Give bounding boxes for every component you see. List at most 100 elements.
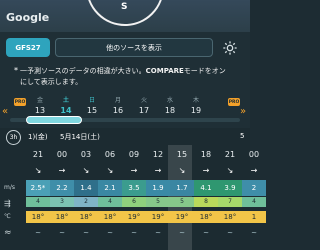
day-selector[interactable]: PRO « PRO » 金 13 土 14 日 15 月 16 火 17 水 1…: [0, 96, 250, 126]
day-item[interactable]: 水 18: [158, 96, 182, 116]
wave-row-cell: ~: [155, 229, 161, 237]
date-label-prev: 1)(金): [28, 133, 48, 141]
forecast-time: 09: [128, 150, 140, 159]
arrow-left-icon[interactable]: «: [2, 106, 8, 117]
day-weekday: 日: [88, 97, 95, 104]
wind-speed-cell: 2: [242, 180, 266, 196]
wave-row-cell: ~: [59, 229, 65, 237]
wind-gust-cell: 2: [74, 197, 98, 207]
wind-gust-cell: 7: [218, 197, 242, 207]
pro-badge-right[interactable]: PRO: [228, 98, 240, 106]
wind-speed-cell: 4.1: [194, 180, 218, 196]
temp-unit: ℃: [4, 213, 11, 220]
wind-direction-icon: →: [154, 166, 162, 175]
wave-row-cell: ~: [203, 229, 209, 237]
temperature-cell: 19°: [170, 211, 194, 223]
wind-direction-icon: →: [58, 166, 66, 175]
day-item[interactable]: 木 19: [184, 96, 208, 116]
temperature-cell: 18°: [74, 211, 98, 223]
gust-icon: ⇶: [4, 199, 11, 208]
day-number: 13: [34, 106, 46, 115]
timeline-thumb[interactable]: [26, 116, 82, 124]
speed-unit: m/s: [4, 184, 15, 191]
forecast-time: 18: [200, 150, 212, 159]
wind-speed-cell: 1.9: [146, 180, 170, 196]
compass-south-label: S: [121, 2, 128, 12]
forecast-header: 3h 1)(金) 5月14日(土) 5: [0, 128, 250, 146]
forecast-time: 03: [80, 150, 92, 159]
forecast-time: 15: [176, 150, 188, 159]
temperature-cell: 18°: [50, 211, 74, 223]
wave-row-cell: ~: [107, 229, 113, 237]
temperature-cell: 18°: [26, 211, 50, 223]
day-item-selected[interactable]: 土 14: [54, 96, 78, 116]
day-item[interactable]: 火 17: [132, 96, 156, 116]
wind-speed-cell: 3.9: [218, 180, 242, 196]
model-gfs27-button[interactable]: GFS27: [6, 38, 50, 57]
temperature-cell: 18°: [98, 211, 122, 223]
wind-speed-cell: 2.1: [98, 180, 122, 196]
wave-row-cell: ~: [35, 229, 41, 237]
wave-row-cell: ~: [131, 229, 137, 237]
wind-gust-cell: 8: [194, 197, 218, 207]
wave-row-cell: ~: [83, 229, 89, 237]
temperature-cell: 19°: [146, 211, 170, 223]
forecast-time: 21: [224, 150, 236, 159]
wind-direction-icon: →: [202, 166, 210, 175]
day-number: 17: [138, 106, 150, 115]
day-item[interactable]: 月 16: [106, 96, 130, 116]
map-view[interactable]: Google S: [0, 0, 250, 32]
date-label-current: 5月14日(土): [60, 133, 100, 141]
notice-text-part: 一予測ソースのデータの相違が大きい。: [20, 67, 146, 75]
day-number: 19: [190, 106, 202, 115]
temperature-cell: 19°: [122, 211, 146, 223]
day-weekday: 水: [166, 97, 173, 104]
wind-direction-icon: ↘: [106, 166, 114, 175]
map-logo: Google: [6, 11, 50, 24]
wind-speed-cell: 2.2: [50, 180, 74, 196]
forecast-time: 00: [56, 150, 68, 159]
temperature-cell: 18°: [218, 211, 242, 223]
notice-star: *: [14, 66, 18, 75]
wind-gust-cell: 4: [242, 197, 266, 207]
day-weekday: 金: [36, 97, 43, 104]
wind-gust-cell: 3: [50, 197, 74, 207]
wave-row-cell: ~: [251, 229, 257, 237]
wind-speed-cell: 1.4: [74, 180, 98, 196]
wave-row-cell: ~: [227, 229, 233, 237]
pro-badge-left[interactable]: PRO: [14, 98, 26, 106]
wind-direction-icon: ↘: [178, 166, 186, 175]
day-item[interactable]: 日 15: [80, 96, 104, 116]
wave-row-cell: ~: [179, 229, 185, 237]
wind-direction-icon: ↘: [226, 166, 234, 175]
interval-button[interactable]: 3h: [6, 130, 21, 145]
temperature-cell: 18°: [194, 211, 218, 223]
date-label-next: 5: [240, 132, 245, 140]
model-bar: GFS27 他のソースを表示: [0, 34, 250, 60]
wind-gust-cell: 5: [146, 197, 170, 207]
other-sources-button[interactable]: 他のソースを表示: [55, 38, 213, 57]
day-weekday: 火: [140, 97, 147, 104]
wind-gust-cell: 5: [170, 197, 194, 207]
wind-direction-icon: →: [250, 166, 258, 175]
wave-icon: ≈: [4, 228, 12, 238]
arrow-right-icon[interactable]: »: [240, 106, 246, 117]
day-weekday: 木: [192, 97, 199, 104]
forecast-time: 21: [32, 150, 44, 159]
temperature-cell: 1: [242, 211, 266, 223]
day-item[interactable]: 金 13: [28, 96, 52, 116]
day-weekday: 土: [62, 97, 69, 104]
forecast-sheet: GFS27 他のソースを表示 * 一予測ソースのデータの相違が大きい。COMPA…: [0, 32, 266, 250]
settings-button[interactable]: [218, 37, 242, 58]
wind-direction-icon: ↘: [34, 166, 42, 175]
forecast-time: 06: [104, 150, 116, 159]
compare-keyword: COMPARE: [145, 67, 184, 75]
forecast-time: 12: [152, 150, 164, 159]
wind-gust-cell: 4: [98, 197, 122, 207]
day-number: 15: [86, 106, 98, 115]
forecast-table[interactable]: 3h 1)(金) 5月14日(土) 5 m/s ℃ ≈ ⇶ 21 ↘ 2.5* 4 18…: [0, 128, 266, 250]
wind-gust-cell: 4: [26, 197, 50, 207]
day-weekday: 月: [114, 97, 121, 104]
wind-speed-cell: 2.5*: [26, 180, 50, 196]
discrepancy-notice: * 一予測ソースのデータの相違が大きい。COMPAREモードをオンにして表示しま…: [0, 64, 250, 90]
